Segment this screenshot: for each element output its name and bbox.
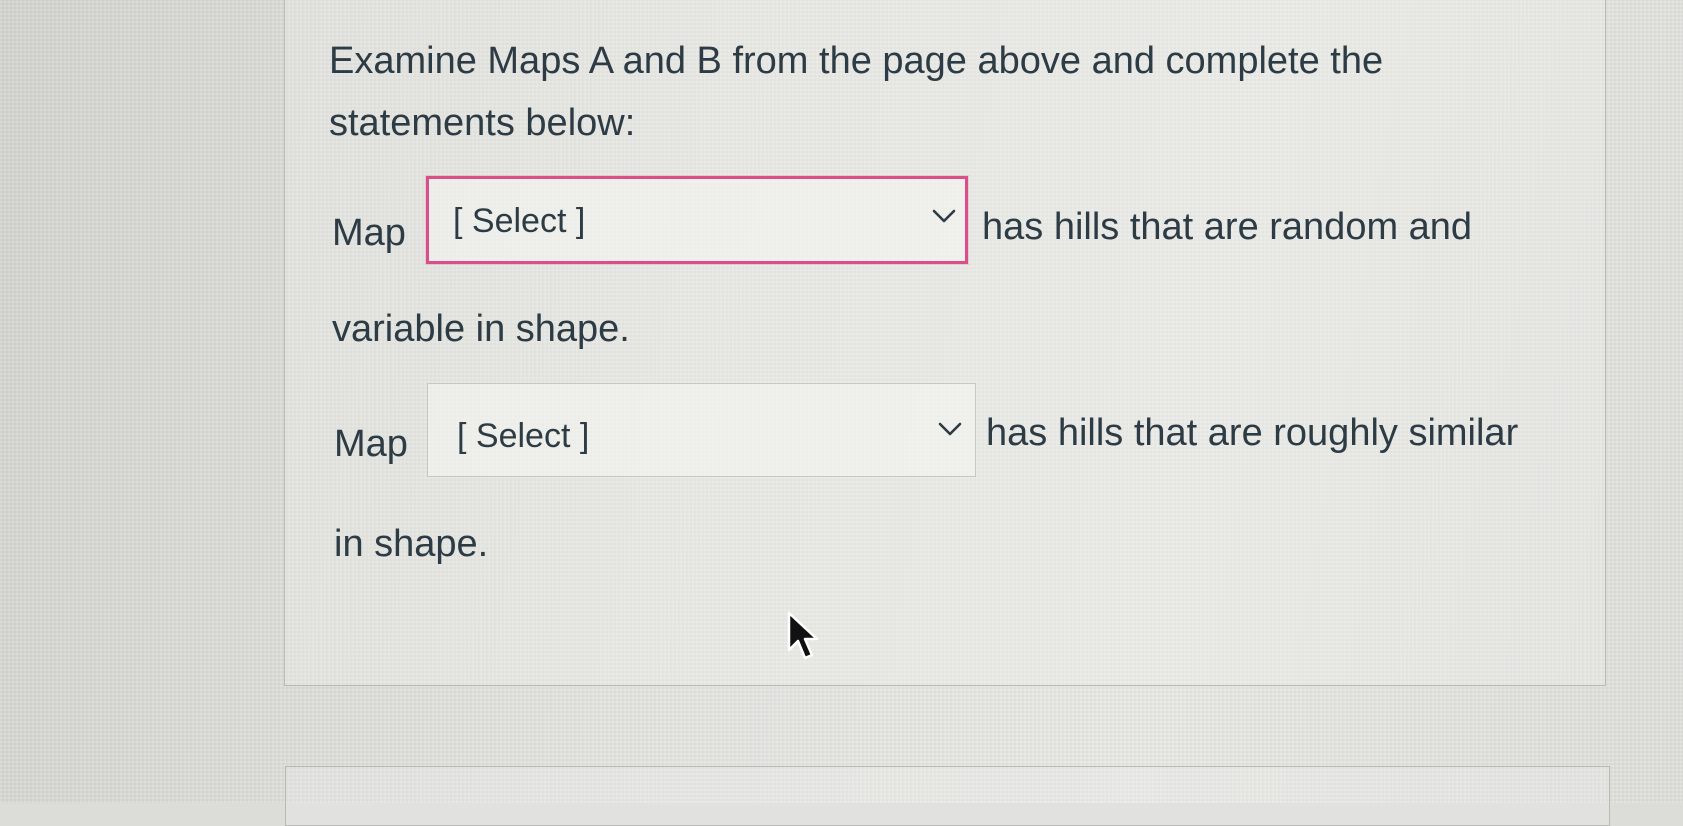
statement1-select-value: [ Select ] [453, 202, 586, 240]
statement1-map-select[interactable]: [ Select ] [426, 176, 968, 264]
statement2-suffix: has hills that are roughly similar [986, 412, 1519, 454]
mouse-cursor-icon [787, 611, 819, 660]
statement1-map-label: Map [332, 212, 406, 254]
next-question-card [285, 766, 1610, 826]
question-prompt: Examine Maps A and B from the page above… [329, 40, 1384, 144]
statement2-map-select[interactable]: [ Select ] [427, 383, 976, 477]
statement2-select-value: [ Select ] [457, 417, 590, 455]
chevron-down-icon [932, 209, 956, 223]
statement1-suffix-continued: variable in shape. [332, 308, 630, 350]
statement1-suffix: has hills that are random and [982, 206, 1473, 248]
statement2-map-label: Map [334, 423, 408, 465]
chevron-down-icon [938, 422, 962, 436]
statement2-suffix-continued: in shape. [334, 523, 489, 565]
